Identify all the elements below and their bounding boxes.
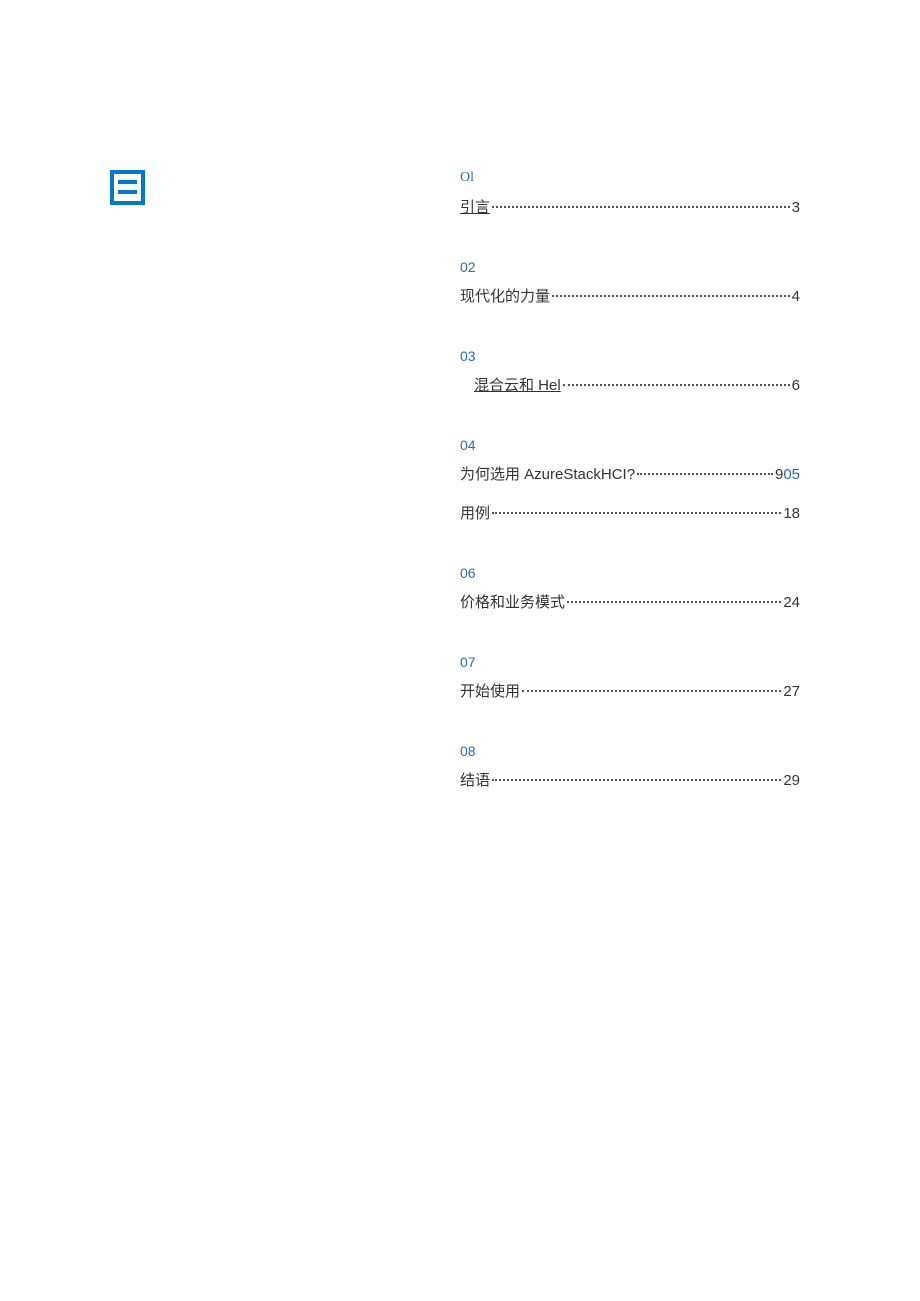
toc-entry-page: 18 bbox=[783, 505, 800, 522]
section-number: 07 bbox=[460, 654, 800, 670]
document-page: Ol 引言 3 02 现代化的力量 4 03 混合云和 Hel 6 04 为何选用 AzureSta… bbox=[0, 0, 920, 832]
section-number: 08 bbox=[460, 743, 800, 759]
toc-leader-dots bbox=[567, 601, 781, 603]
toc-entry-title: 开始使用 bbox=[460, 680, 520, 701]
toc-entry-page: 3 bbox=[792, 199, 800, 216]
toc-entry-page: 29 bbox=[783, 772, 800, 789]
page-number: 24 bbox=[783, 594, 800, 611]
toc-entry-title: 引言 bbox=[460, 196, 490, 217]
toc-leader-dots bbox=[563, 384, 790, 386]
toc-entry[interactable]: 混合云和 Hel 6 bbox=[460, 374, 800, 395]
page-number: 18 bbox=[783, 505, 800, 522]
toc-entry[interactable]: 开始使用 27 bbox=[460, 680, 800, 701]
toc-entry-page: 6 bbox=[792, 377, 800, 394]
section-number: Ol bbox=[460, 170, 800, 186]
toc-entry-title: 价格和业务模式 bbox=[460, 591, 565, 612]
section-number: 04 bbox=[460, 437, 800, 453]
section-number: 03 bbox=[460, 348, 800, 364]
toc-entry-title: 为何选用 AzureStackHCI? bbox=[460, 463, 635, 484]
toc-entry-title: 用例 bbox=[460, 502, 490, 523]
toc-leader-dots bbox=[492, 779, 781, 781]
toc-entry[interactable]: 用例 18 bbox=[460, 502, 800, 523]
page-number: 3 bbox=[792, 199, 800, 216]
left-column bbox=[0, 170, 460, 832]
toc-container: Ol 引言 3 02 现代化的力量 4 03 混合云和 Hel 6 04 为何选用 AzureSta… bbox=[460, 170, 860, 832]
toc-section: 07 开始使用 27 bbox=[460, 654, 800, 701]
toc-leader-dots bbox=[492, 512, 781, 514]
toc-section: 04 为何选用 AzureStackHCI? 905 用例 18 bbox=[460, 437, 800, 523]
page-number: 29 bbox=[783, 772, 800, 789]
toc-icon bbox=[110, 170, 145, 205]
page-number: 27 bbox=[783, 683, 800, 700]
toc-entry-page: 24 bbox=[783, 594, 800, 611]
toc-section: 06 价格和业务模式 24 bbox=[460, 565, 800, 612]
toc-section: Ol 引言 3 bbox=[460, 170, 800, 217]
toc-entry[interactable]: 引言 3 bbox=[460, 196, 800, 217]
toc-leader-dots bbox=[552, 295, 790, 297]
toc-leader-dots bbox=[637, 473, 773, 475]
toc-section: 03 混合云和 Hel 6 bbox=[460, 348, 800, 395]
page-number: 6 bbox=[792, 377, 800, 394]
toc-entry[interactable]: 价格和业务模式 24 bbox=[460, 591, 800, 612]
toc-entry-title: 现代化的力量 bbox=[460, 285, 550, 306]
toc-entry-title: 结语 bbox=[460, 769, 490, 790]
toc-entry[interactable]: 为何选用 AzureStackHCI? 905 bbox=[460, 463, 800, 484]
toc-section: 02 现代化的力量 4 bbox=[460, 259, 800, 306]
toc-section: 08 结语 29 bbox=[460, 743, 800, 790]
toc-entry-page: 27 bbox=[783, 683, 800, 700]
section-number: 02 bbox=[460, 259, 800, 275]
page-number: 4 bbox=[792, 288, 800, 305]
toc-entry-page: 905 bbox=[775, 466, 800, 483]
page-suffix: 05 bbox=[783, 466, 800, 483]
toc-leader-dots bbox=[492, 206, 790, 208]
toc-entry-title: 混合云和 Hel bbox=[460, 374, 561, 395]
toc-leader-dots bbox=[522, 690, 781, 692]
section-number: 06 bbox=[460, 565, 800, 581]
toc-entry[interactable]: 现代化的力量 4 bbox=[460, 285, 800, 306]
toc-entry[interactable]: 结语 29 bbox=[460, 769, 800, 790]
toc-entry-page: 4 bbox=[792, 288, 800, 305]
